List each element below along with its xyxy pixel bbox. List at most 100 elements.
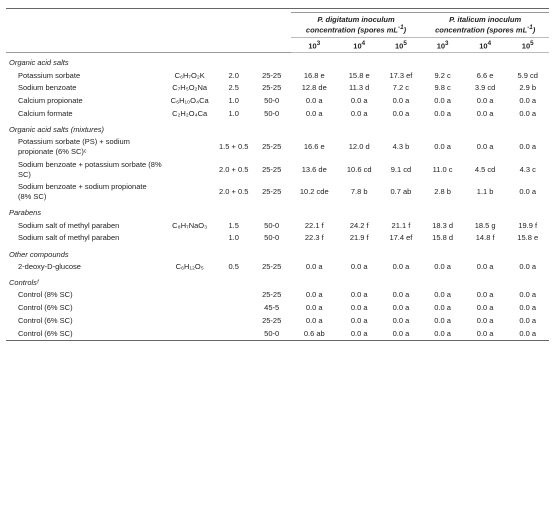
row-cell: 0.0 a [506, 314, 549, 327]
row-cell: 3.9 cd [464, 82, 507, 95]
row-cell: 10.6 cd [338, 158, 381, 181]
col-header-film [6, 9, 165, 53]
row-cell [215, 289, 253, 302]
row-cell: 7.2 c [381, 82, 422, 95]
row-cell: 0.0 a [464, 289, 507, 302]
row-cell: 0.5 [215, 260, 253, 273]
row-cell: 25-25 [253, 181, 291, 204]
row-cell: 0.0 a [338, 95, 381, 108]
row-cell: 0.0 a [506, 136, 549, 159]
main-table: P. digitatum inoculum concentration (spo… [6, 8, 549, 341]
row-cell: 0.0 a [291, 289, 338, 302]
row-cell: 7.8 b [338, 181, 381, 204]
row-cell: 25-25 [253, 136, 291, 159]
row-cell: 1.5 + 0.5 [215, 136, 253, 159]
row-name: Control (6% SC) [6, 314, 165, 327]
table-row: Control (8% SC)25-250.0 a0.0 a0.0 a0.0 a… [6, 289, 549, 302]
row-cell: 0.0 a [506, 107, 549, 120]
row-cell: 2.0 [215, 69, 253, 82]
conc-d1: 103 [291, 38, 338, 53]
row-name: Control (6% SC) [6, 327, 165, 340]
row-cell: 25-25 [253, 289, 291, 302]
row-cell: 16.6 e [291, 136, 338, 159]
row-cell: 0.0 a [381, 327, 422, 340]
row-name: Potassium sorbate (PS) + sodium propiona… [6, 136, 165, 159]
row-cell [165, 302, 215, 315]
row-cell: 2.0 + 0.5 [215, 181, 253, 204]
row-cell: 0.0 a [464, 327, 507, 340]
row-cell: 0.0 a [381, 260, 422, 273]
conc-d3: 105 [381, 38, 422, 53]
row-cell: 0.0 a [381, 107, 422, 120]
row-cell: 15.8 d [421, 232, 464, 245]
col-header-p-digitatum: P. digitatum inoculum concentration (spo… [291, 13, 422, 38]
row-cell: 9.8 c [421, 82, 464, 95]
row-cell: 0.7 ab [381, 181, 422, 204]
table-row: Calcium propionateC₆H₁₀O₄Ca1.050-00.0 a0… [6, 95, 549, 108]
row-cell [215, 314, 253, 327]
row-cell: 25-25 [253, 158, 291, 181]
section-title-1: Organic acid salts (mixtures) [6, 120, 549, 136]
row-cell [165, 327, 215, 340]
row-name: Sodium benzoate + sodium propionate (8% … [6, 181, 165, 204]
row-cell: C₇H₅O₂Na [165, 82, 215, 95]
row-cell [215, 302, 253, 315]
row-cell: 18.5 g [464, 219, 507, 232]
row-cell: 1.0 [215, 232, 253, 245]
row-cell: 0.0 a [338, 107, 381, 120]
row-cell: 0.6 ab [291, 327, 338, 340]
row-name: 2-deoxy-D-glucose [6, 260, 165, 273]
table-row: Control (6% SC)25-250.0 a0.0 a0.0 a0.0 a… [6, 314, 549, 327]
table-row: Sodium benzoateC₇H₅O₂Na2.525-2512.8 de11… [6, 82, 549, 95]
table-row: Sodium benzoate + potassium sorbate (8% … [6, 158, 549, 181]
row-cell: 25-25 [253, 82, 291, 95]
row-cell: 12.8 de [291, 82, 338, 95]
table-row: Calcium formateC₂H₂O₄Ca1.050-00.0 a0.0 a… [6, 107, 549, 120]
row-cell [165, 289, 215, 302]
row-cell: 2.8 b [421, 181, 464, 204]
conc-d2: 104 [338, 38, 381, 53]
row-cell: C₂H₂O₄Ca [165, 107, 215, 120]
row-cell: 16.8 e [291, 69, 338, 82]
row-cell: 15.8 e [506, 232, 549, 245]
row-cell: C₈H₇NaO₃ [165, 219, 215, 232]
row-cell: 4.5 cd [464, 158, 507, 181]
row-cell: 0.0 a [338, 302, 381, 315]
col-header-p-italicum: P. italicum inoculum concentration (spor… [421, 13, 549, 38]
row-cell: 0.0 a [291, 302, 338, 315]
row-cell: 0.0 a [464, 136, 507, 159]
col-header-food-pres [215, 9, 253, 53]
row-cell: 0.0 a [421, 260, 464, 273]
row-cell: 0.0 a [506, 327, 549, 340]
row-cell: 5.9 cd [506, 69, 549, 82]
conc-i2: 104 [464, 38, 507, 53]
row-cell: 13.6 de [291, 158, 338, 181]
table-row: Potassium sorbate (PS) + sodium propiona… [6, 136, 549, 159]
row-cell: 9.1 cd [381, 158, 422, 181]
row-cell: 0.0 a [421, 289, 464, 302]
row-cell: 0.0 a [381, 95, 422, 108]
row-name: Sodium benzoate + potassium sorbate (8% … [6, 158, 165, 181]
row-cell: 25-25 [253, 260, 291, 273]
row-cell [165, 158, 215, 181]
row-cell [165, 136, 215, 159]
row-cell: 0.0 a [506, 260, 549, 273]
row-name: Control (8% SC) [6, 289, 165, 302]
row-cell: 0.0 a [464, 302, 507, 315]
row-cell: 1.0 [215, 107, 253, 120]
table-row: Sodium benzoate + sodium propionate (8% … [6, 181, 549, 204]
row-cell: 0.0 a [381, 314, 422, 327]
row-cell: 0.0 a [464, 107, 507, 120]
row-cell: 21.1 f [381, 219, 422, 232]
row-name: Sodium salt of methyl paraben [6, 219, 165, 232]
row-cell: C₆H₁₂O₅ [165, 260, 215, 273]
row-cell: 0.0 a [506, 302, 549, 315]
section-title-0: Organic acid salts [6, 53, 549, 69]
row-cell: C₆H₁₀O₄Ca [165, 95, 215, 108]
table-row: Sodium salt of methyl paraben1.050-022.3… [6, 232, 549, 245]
row-cell: 4.3 b [381, 136, 422, 159]
table-row: Control (6% SC)45-50.0 a0.0 a0.0 a0.0 a0… [6, 302, 549, 315]
table-row: 2-deoxy-D-glucoseC₆H₁₂O₅0.525-250.0 a0.0… [6, 260, 549, 273]
table-row: Sodium salt of methyl parabenC₈H₇NaO₃1.5… [6, 219, 549, 232]
row-cell: 0.0 a [421, 302, 464, 315]
